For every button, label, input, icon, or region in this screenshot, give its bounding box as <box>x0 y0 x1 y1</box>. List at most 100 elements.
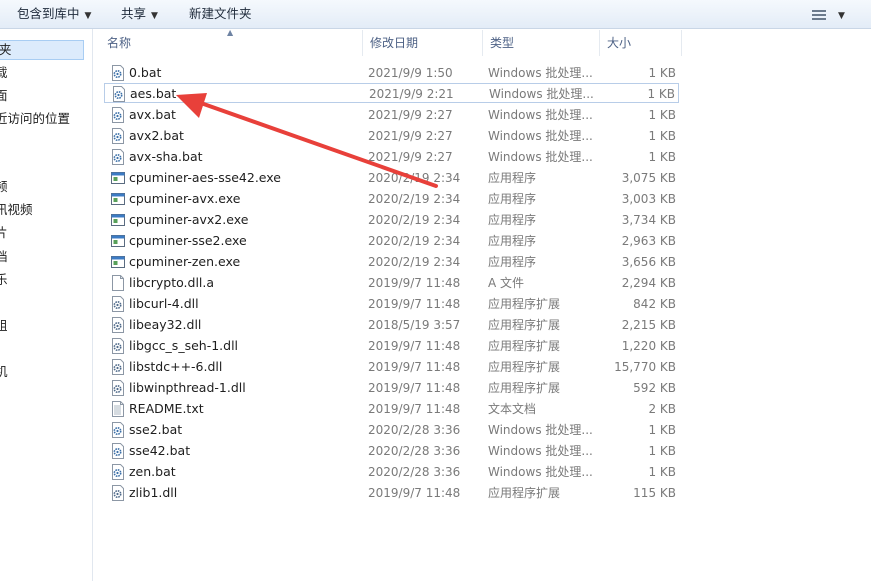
bat-gear-icon <box>111 128 125 144</box>
exe-window-icon <box>111 191 125 207</box>
file-row[interactable]: libcrypto.dll.a 2019/9/7 11:48 A 文件 2,294 K… <box>104 273 679 293</box>
file-size: 592 KB <box>633 381 676 395</box>
file-row[interactable]: libcurl-4.dll 2019/9/7 11:48 应用程序扩展 842 KB <box>104 294 679 314</box>
file-row[interactable]: libwinpthread-1.dll 2019/9/7 11:48 应用程序扩展 5… <box>104 378 679 398</box>
file-modified-date: 2019/9/7 11:48 <box>368 339 461 353</box>
chevron-down-icon: ▼ <box>84 11 92 21</box>
file-type: 应用程序扩展 <box>488 360 561 374</box>
file-size: 1 KB <box>647 87 675 101</box>
column-header-type[interactable]: 类型 <box>483 30 600 56</box>
file-size: 1 KB <box>648 423 676 437</box>
file-modified-date: 2019/9/7 11:48 <box>368 360 461 374</box>
nav-item[interactable]: 载 <box>0 63 8 83</box>
file-row[interactable]: 0.bat 2021/9/9 1:50 Windows 批处理... 1 KB <box>104 63 679 83</box>
blank-file-icon <box>111 275 125 291</box>
nav-item[interactable]: 面 <box>0 86 8 106</box>
file-row[interactable]: cpuminer-aes-sse42.exe 2020/2/19 2:34 应用程序… <box>104 168 679 188</box>
file-modified-date: 2020/2/19 2:34 <box>368 171 461 185</box>
new-folder-label: 新建文件夹 <box>189 6 252 21</box>
file-type: 应用程序 <box>488 171 537 185</box>
file-row[interactable]: sse42.bat 2020/2/28 3:36 Windows 批处理... 1 K… <box>104 441 679 461</box>
file-type: 文本文档 <box>488 402 537 416</box>
file-row[interactable]: sse2.bat 2020/2/28 3:36 Windows 批处理... 1 KB <box>104 420 679 440</box>
exe-window-icon <box>111 254 125 270</box>
column-header-name[interactable]: 名称 <box>100 30 363 56</box>
file-row[interactable]: avx.bat 2021/9/9 2:27 Windows 批处理... 1 KB <box>104 105 679 125</box>
file-name: 0.bat <box>129 65 162 80</box>
exe-window-icon <box>111 170 125 186</box>
file-type: 应用程序扩展 <box>488 339 561 353</box>
file-type: Windows 批处理... <box>488 108 593 122</box>
file-row[interactable]: README.txt 2019/9/7 11:48 文本文档 2 KB <box>104 399 679 419</box>
column-header-date[interactable]: 修改日期 <box>363 30 483 56</box>
nav-item[interactable]: 档 <box>0 247 8 267</box>
exe-window-icon <box>111 233 125 249</box>
file-modified-date: 2021/9/9 2:27 <box>368 129 453 143</box>
dll-gear-icon <box>111 317 125 333</box>
file-modified-date: 2021/9/9 2:21 <box>369 87 454 101</box>
file-row[interactable]: cpuminer-avx.exe 2020/2/19 2:34 应用程序 3,003 … <box>104 189 679 209</box>
change-view-button[interactable]: ▼ <box>812 4 852 24</box>
file-row[interactable]: zlib1.dll 2019/9/7 11:48 应用程序扩展 115 KB <box>104 483 679 503</box>
share-button[interactable]: 共享 ▼ <box>121 0 158 28</box>
bat-gear-icon <box>111 149 125 165</box>
file-name: sse2.bat <box>129 422 183 437</box>
file-name: libwinpthread-1.dll <box>129 380 246 395</box>
file-modified-date: 2020/2/19 2:34 <box>368 255 461 269</box>
file-name: avx2.bat <box>129 128 184 143</box>
nav-item[interactable]: 近访问的位置 <box>0 109 70 129</box>
file-size: 3,656 KB <box>621 255 676 269</box>
file-row[interactable]: aes.bat 2021/9/9 2:21 Windows 批处理... 1 KB <box>104 83 679 103</box>
file-row[interactable]: avx2.bat 2021/9/9 2:27 Windows 批处理... 1 KB <box>104 126 679 146</box>
file-size: 1 KB <box>648 129 676 143</box>
include-in-library-button[interactable]: 包含到库中 ▼ <box>17 0 91 28</box>
file-modified-date: 2021/9/9 2:27 <box>368 150 453 164</box>
nav-item[interactable]: 讯视频 <box>0 200 33 220</box>
file-type: A 文件 <box>488 276 525 290</box>
file-row[interactable]: libgcc_s_seh-1.dll 2019/9/7 11:48 应用程序扩展 1,… <box>104 336 679 356</box>
file-modified-date: 2020/2/28 3:36 <box>368 444 461 458</box>
details-view-icon <box>812 9 826 20</box>
nav-item[interactable]: 夹 <box>0 40 84 60</box>
file-type: 应用程序 <box>488 192 537 206</box>
file-type: 应用程序扩展 <box>488 297 561 311</box>
column-headers: ▲ 名称 修改日期 类型 大小 <box>100 28 871 56</box>
file-modified-date: 2020/2/28 3:36 <box>368 465 461 479</box>
bat-gear-icon <box>112 86 126 102</box>
file-type: 应用程序扩展 <box>488 318 561 332</box>
file-size: 2,963 KB <box>621 234 676 248</box>
file-type: Windows 批处理... <box>488 129 593 143</box>
new-folder-button[interactable]: 新建文件夹 <box>189 0 252 28</box>
file-modified-date: 2019/9/7 11:48 <box>368 402 461 416</box>
nav-item[interactable]: 乐 <box>0 270 8 290</box>
file-size: 3,003 KB <box>621 192 676 206</box>
nav-item[interactable]: 组 <box>0 316 8 336</box>
file-modified-date: 2021/9/9 2:27 <box>368 108 453 122</box>
file-name: zlib1.dll <box>129 485 178 500</box>
file-modified-date: 2020/2/28 3:36 <box>368 423 461 437</box>
file-row[interactable]: cpuminer-avx2.exe 2020/2/19 2:34 应用程序 3,734… <box>104 210 679 230</box>
file-row[interactable]: libeay32.dll 2018/5/19 3:57 应用程序扩展 2,215 KB <box>104 315 679 335</box>
file-row[interactable]: cpuminer-zen.exe 2020/2/19 2:34 应用程序 3,656 … <box>104 252 679 272</box>
chevron-down-icon: ▼ <box>151 11 158 21</box>
nav-item[interactable]: 片 <box>0 223 8 243</box>
file-row[interactable]: cpuminer-sse2.exe 2020/2/19 2:34 应用程序 2,963… <box>104 231 679 251</box>
file-row[interactable]: zen.bat 2020/2/28 3:36 Windows 批处理... 1 KB <box>104 462 679 482</box>
column-header-size[interactable]: 大小 <box>600 30 682 56</box>
file-row[interactable]: libstdc++-6.dll 2019/9/7 11:48 应用程序扩展 15,77… <box>104 357 679 377</box>
file-name: aes.bat <box>130 86 177 101</box>
file-size: 1 KB <box>648 66 676 80</box>
file-type: 应用程序扩展 <box>488 381 561 395</box>
text-file-icon <box>111 401 125 417</box>
file-type: 应用程序 <box>488 234 537 248</box>
nav-item[interactable]: 频 <box>0 177 8 197</box>
file-name: cpuminer-sse2.exe <box>129 233 247 248</box>
share-label: 共享 <box>121 6 147 21</box>
file-type: Windows 批处理... <box>488 66 593 80</box>
file-type: Windows 批处理... <box>488 150 593 164</box>
file-row[interactable]: avx-sha.bat 2021/9/9 2:27 Windows 批处理... 1 … <box>104 147 679 167</box>
file-name: cpuminer-avx2.exe <box>129 212 249 227</box>
nav-item[interactable]: 机 <box>0 362 8 382</box>
file-type: Windows 批处理... <box>488 423 593 437</box>
file-size: 2 KB <box>648 402 676 416</box>
